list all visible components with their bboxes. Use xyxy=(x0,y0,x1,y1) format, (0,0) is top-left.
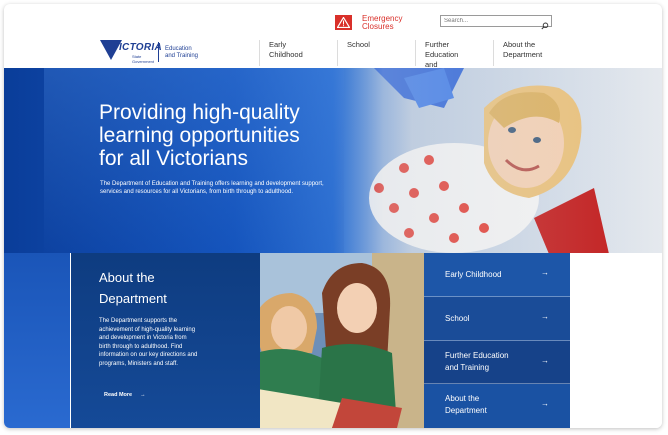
hero-title-line2: learning opportunities xyxy=(99,124,300,147)
arrow-right-icon: → xyxy=(140,392,146,398)
nav-item-about[interactable]: About the Department xyxy=(493,40,542,66)
search-icon[interactable] xyxy=(541,17,549,35)
logo-sub-line2: Government xyxy=(132,58,155,64)
side-nav-label: Early Childhood xyxy=(445,269,501,281)
side-nav-further-education[interactable]: Further Education and Training → xyxy=(424,340,570,385)
arrow-right-icon: → xyxy=(541,268,549,277)
about-text-line: programs, Ministers and staff. xyxy=(99,360,178,367)
side-nav-label-line1: About the xyxy=(445,394,480,404)
emergency-label-line2: Closures xyxy=(362,22,394,31)
site-logo[interactable]: VICTORIA State Government Education and … xyxy=(100,38,198,68)
about-text-line: The Department supports the xyxy=(99,318,178,324)
nav-item-school[interactable]: School xyxy=(337,40,370,66)
side-nav: Early Childhood → School → Further Educa… xyxy=(424,253,570,428)
search-box xyxy=(440,15,552,30)
hero-title-line3: for all Victorians xyxy=(99,147,249,170)
arrow-right-icon: → xyxy=(541,399,549,409)
about-title-line1: About the xyxy=(99,270,155,285)
page-frame: Emergency Closures VICTORIA State Govern… xyxy=(4,4,662,428)
hero-child-photo xyxy=(334,68,662,254)
side-nav-label: About the Department xyxy=(445,393,487,417)
side-nav-label-line2: Department xyxy=(445,406,487,416)
victoria-logo: VICTORIA State Government xyxy=(100,38,162,68)
arrow-right-icon: → xyxy=(541,311,549,321)
arrow-right-icon: → xyxy=(541,355,549,365)
hero-description: The Department of Education and Training… xyxy=(100,180,350,196)
emergency-closures-link[interactable]: Emergency Closures xyxy=(335,15,402,31)
about-text-line: and development in Victoria from xyxy=(99,335,187,341)
search-input[interactable] xyxy=(441,18,537,24)
about-panel: About the Department The Department supp… xyxy=(70,253,260,428)
side-nav-label-line1: Further Education xyxy=(445,350,509,360)
side-nav-school[interactable]: School → xyxy=(424,296,570,341)
about-title: About the Department xyxy=(99,267,179,309)
hero-desc-line1: The Department of Education and Training… xyxy=(100,181,324,187)
side-nav-label-line1: Early Childhood xyxy=(445,270,502,279)
side-nav-label-line1: School xyxy=(445,313,470,323)
nav-item-label-2: Department xyxy=(503,50,543,59)
about-text: The Department supports the achievement … xyxy=(99,317,229,368)
side-nav-label-line2: and Training xyxy=(445,362,490,372)
nav-item-early-childhood[interactable]: Early Childhood xyxy=(259,40,303,66)
logo-dept-line2: and Training xyxy=(165,53,199,59)
side-nav-label: School xyxy=(445,313,469,325)
about-title-line2: Department xyxy=(99,291,167,306)
right-blank-area xyxy=(570,253,662,428)
hero-desc-line2: services and resources for all Victorian… xyxy=(100,189,293,195)
nav-item-label: School xyxy=(347,40,370,49)
left-blue-strip xyxy=(4,253,70,428)
nav-item-label: Early Childhood xyxy=(269,40,303,59)
logo-dept-line1: Education xyxy=(165,46,192,52)
read-more-label: Read More xyxy=(104,392,133,398)
side-nav-about[interactable]: About the Department → xyxy=(424,384,570,428)
alert-triangle-icon xyxy=(335,15,352,30)
about-text-line: achievement of high-quality learning xyxy=(99,326,196,333)
side-nav-label: Further Education and Training xyxy=(445,350,509,374)
hero-banner: Providing high-quality learning opportun… xyxy=(4,68,662,254)
logo-wordmark: VICTORIA xyxy=(112,42,162,53)
nav-item-label: Further Education xyxy=(425,40,459,59)
hero-title: Providing high-quality learning opportun… xyxy=(99,101,349,170)
nav-item-further-education[interactable]: Further Education and Training xyxy=(415,40,459,79)
side-nav-early-childhood[interactable]: Early Childhood → xyxy=(424,253,570,297)
about-text-line: birth through to adulthood. Find xyxy=(99,343,183,350)
hero-title-line1: Providing high-quality xyxy=(99,101,300,124)
read-more-link[interactable]: Read More → xyxy=(104,392,146,398)
about-text-line: information on our key directions and xyxy=(99,352,198,358)
nav-item-label: About the xyxy=(503,40,536,49)
